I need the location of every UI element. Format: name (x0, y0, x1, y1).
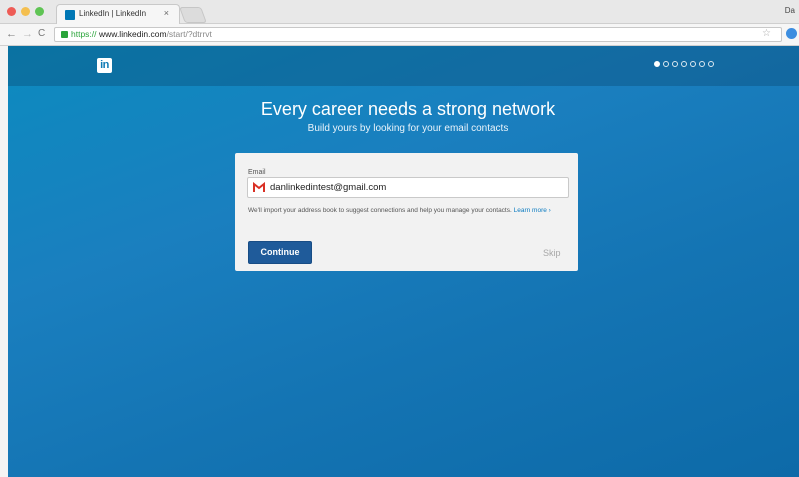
page-subtitle: Build yours by looking for your email co… (307, 123, 509, 134)
page-title: Every career needs a strong network (260, 99, 556, 119)
tab-close-icon[interactable]: × (164, 8, 169, 18)
lock-icon (61, 31, 68, 38)
skip-link[interactable]: Skip (543, 248, 561, 258)
browser-tab-bar: LinkedIn | LinkedIn × Da (0, 0, 799, 24)
forward-arrow-icon[interactable]: → (22, 27, 33, 41)
profile-button[interactable]: Da (785, 6, 795, 15)
progress-dots (654, 61, 717, 69)
gmail-icon (253, 182, 265, 192)
email-import-card: Email danlinkedintest@gmail.com We'll im… (235, 153, 578, 271)
progress-dot (672, 61, 678, 67)
linkedin-page: in Every career needs a strong network B… (8, 46, 799, 477)
continue-button[interactable]: Continue (248, 241, 312, 264)
reload-icon[interactable]: C (38, 27, 45, 41)
linkedin-logo[interactable]: in (97, 58, 112, 73)
progress-dot (654, 61, 660, 67)
close-window-icon[interactable] (7, 7, 16, 16)
email-label: Email (248, 169, 266, 176)
email-input[interactable]: danlinkedintest@gmail.com (247, 177, 569, 198)
browser-toolbar: ← → C https:// www.linkedin.com/start/?d… (0, 24, 799, 46)
address-bar[interactable]: https:// www.linkedin.com/start/?dtrrvt … (54, 27, 782, 42)
url-path: /start/?dtrrvt (166, 29, 212, 39)
progress-dot (681, 61, 687, 67)
url-text: www.linkedin.com/start/?dtrrvt (99, 29, 212, 39)
url-scheme: https:// (71, 29, 97, 39)
help-text-body: We'll import your address book to sugges… (248, 207, 512, 214)
chevron-right-icon: › (546, 207, 551, 214)
new-tab-button[interactable] (179, 7, 207, 23)
back-arrow-icon[interactable]: ← (6, 27, 17, 41)
maximize-window-icon[interactable] (35, 7, 44, 16)
progress-dot (663, 61, 669, 67)
browser-tab[interactable]: LinkedIn | LinkedIn × (56, 4, 180, 24)
linkedin-favicon-icon (65, 10, 75, 20)
tab-title: LinkedIn | LinkedIn (79, 9, 147, 18)
progress-dot (690, 61, 696, 67)
bookmark-star-icon[interactable]: ☆ (762, 28, 771, 39)
progress-dot (708, 61, 714, 67)
email-value: danlinkedintest@gmail.com (270, 182, 387, 193)
url-host: www.linkedin.com (99, 29, 167, 39)
learn-more-label: Learn more (513, 207, 547, 214)
progress-dot (699, 61, 705, 67)
help-text: We'll import your address book to sugges… (248, 206, 568, 215)
extension-icon[interactable] (786, 28, 797, 39)
minimize-window-icon[interactable] (21, 7, 30, 16)
learn-more-link[interactable]: Learn more › (514, 207, 551, 214)
top-nav: in (8, 46, 799, 86)
